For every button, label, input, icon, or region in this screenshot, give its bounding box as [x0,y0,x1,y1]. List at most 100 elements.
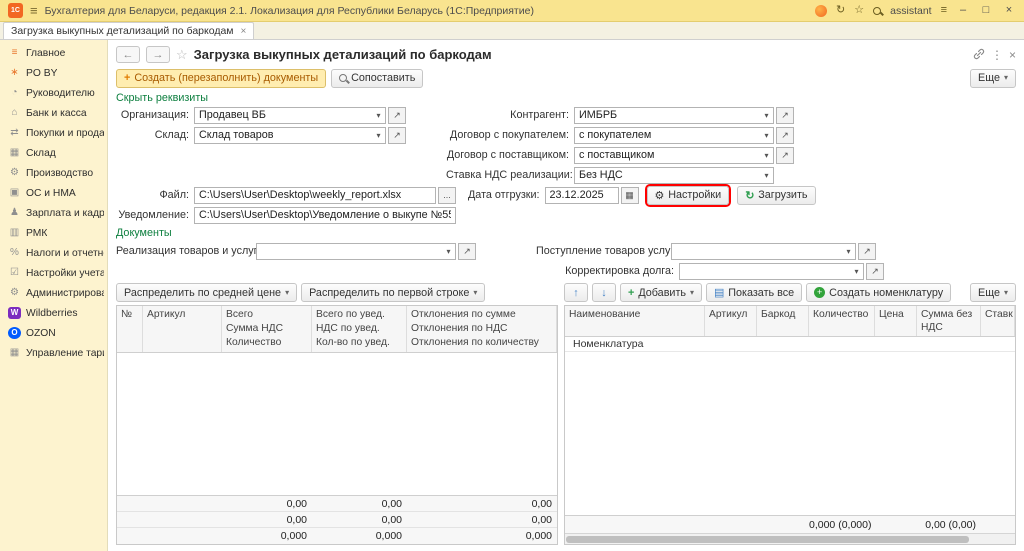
col-header-vat-rate[interactable]: Ставк [981,306,1015,336]
receipt-doc-field[interactable]: ▾ [671,243,856,260]
sidebar-item-bank-cash[interactable]: ⌂ Банк и касса [0,103,107,123]
more-kebab-icon[interactable]: ⋮ [991,49,1003,61]
counterparty-open-button[interactable]: ↗ [776,107,794,124]
col-header-quantity[interactable]: Количество [809,306,875,336]
counterparty-input[interactable] [575,109,760,121]
close-window-button[interactable]: × [1002,5,1016,16]
col-header-article[interactable]: Артикул [143,306,222,352]
debt-doc-input[interactable] [680,265,850,277]
sidebar-item-purchases-sales[interactable]: ⇄ Покупки и продажи [0,123,107,143]
file-browse-button[interactable]: ... [438,187,456,204]
distribute-avg-price-button[interactable]: Распределить по средней цене ▾ [116,283,297,302]
settings-button[interactable]: ⚙ Настройки [647,186,730,205]
maximize-button[interactable]: □ [979,5,993,16]
sidebar-item-ozon[interactable]: O OZON [0,323,107,343]
tab-barcode-details[interactable]: Загрузка выкупных детализаций по баркода… [3,22,254,39]
username-label[interactable]: assistant [890,5,931,17]
col-header-name[interactable]: Наименование [565,306,705,336]
match-button[interactable]: Сопоставить [331,69,423,88]
forward-button[interactable]: → [146,46,170,63]
ship-date-input[interactable] [546,189,618,201]
back-button[interactable]: ← [116,46,140,63]
sidebar-item-main[interactable]: ≡ Главное [0,43,107,63]
vat-rate-field[interactable]: ▾ [574,167,774,184]
file-input[interactable] [195,189,435,201]
move-up-button[interactable]: ↑ [564,283,588,302]
sales-doc-field[interactable]: ▾ [256,243,456,260]
more-button[interactable]: Еще ▾ [970,69,1016,88]
buyer-contract-input[interactable] [575,129,760,141]
scrollbar-thumb[interactable] [566,536,969,543]
receipt-doc-open-button[interactable]: ↗ [858,243,876,260]
col-header-barcode[interactable]: Баркод [757,306,809,336]
add-row-button[interactable]: + Добавить ▾ [620,283,702,302]
show-all-button[interactable]: ▤ Показать все [706,283,802,302]
chevron-down-icon[interactable]: ▾ [760,111,773,120]
sidebar-item-accounting-settings[interactable]: ☑ Настройки учета [0,263,107,283]
distribute-first-row-button[interactable]: Распределить по первой строке ▾ [301,283,485,302]
chevron-down-icon[interactable]: ▾ [842,247,855,256]
chevron-down-icon[interactable]: ▾ [372,131,385,140]
search-icon[interactable] [873,7,881,15]
buyer-contract-field[interactable]: ▾ [574,127,774,144]
chevron-down-icon[interactable]: ▾ [372,111,385,120]
documents-section-link[interactable]: Документы [116,227,172,239]
close-form-icon[interactable]: × [1009,49,1016,61]
minimize-button[interactable]: – [956,5,970,16]
col-header-notice[interactable]: Всего по увед. НДС по увед. Кол-во по ув… [312,306,407,352]
chevron-down-icon[interactable]: ▾ [850,267,863,276]
counterparty-field[interactable]: ▾ [574,107,774,124]
sales-doc-open-button[interactable]: ↗ [458,243,476,260]
col-header-deviations[interactable]: Отклонения по сумме Отклонения по НДС От… [407,306,557,352]
supplier-contract-field[interactable]: ▾ [574,147,774,164]
main-menu-icon[interactable]: ≡ [30,4,38,17]
comparison-table-body[interactable] [117,353,557,495]
organization-field[interactable]: ▾ [194,107,386,124]
favorites-star-icon[interactable]: ☆ [854,5,864,16]
history-icon[interactable]: ↻ [836,5,845,16]
chevron-down-icon[interactable]: ▾ [760,131,773,140]
sales-doc-input[interactable] [257,245,442,257]
sidebar-item-manager[interactable]: ◔ Руководителю [0,83,107,103]
sidebar-item-taxes-reports[interactable]: % Налоги и отчетность [0,243,107,263]
receipt-doc-input[interactable] [672,245,842,257]
sidebar-item-rmk[interactable]: ▥ РМК [0,223,107,243]
notice-field[interactable] [194,207,456,224]
organization-open-button[interactable]: ↗ [388,107,406,124]
notifications-icon[interactable] [815,5,827,17]
col-header-num[interactable]: № [117,306,143,352]
sidebar-item-production[interactable]: ⚙ Производство [0,163,107,183]
sidebar-item-wildberries[interactable]: W Wildberries [0,303,107,323]
notice-input[interactable] [195,209,455,221]
create-documents-button[interactable]: + Создать (перезаполнить) документы [116,69,326,88]
warehouse-field[interactable]: ▾ [194,127,386,144]
col-header-total[interactable]: Всего Сумма НДС Количество [222,306,312,352]
nomenclature-root-row[interactable]: Номенклатура [565,337,1015,352]
link-icon[interactable] [973,48,985,62]
supplier-contract-input[interactable] [575,149,760,161]
buyer-contract-open-button[interactable]: ↗ [776,127,794,144]
sidebar-item-payroll-hr[interactable]: ♟ Зарплата и кадры [0,203,107,223]
create-nomenclature-button[interactable]: + Создать номенклатуру [806,283,951,302]
debt-doc-field[interactable]: ▾ [679,263,864,280]
horizontal-scrollbar[interactable] [565,533,1015,544]
calendar-icon[interactable]: ▦ [621,187,639,204]
vat-rate-input[interactable] [575,169,760,181]
ship-date-field[interactable] [545,187,619,204]
tab-close-icon[interactable]: × [241,26,247,37]
favorite-star-icon[interactable]: ☆ [176,47,188,63]
nomenclature-table-body[interactable] [565,352,1015,515]
load-button[interactable]: ↻ Загрузить [737,186,815,205]
move-down-button[interactable]: ↓ [592,283,616,302]
chevron-down-icon[interactable]: ▾ [760,151,773,160]
sidebar-item-administration[interactable]: ⚙ Администрирование [0,283,107,303]
hide-requisites-link[interactable]: Скрыть реквизиты [116,92,208,104]
sidebar-item-po-by[interactable]: ∗ PO BY [0,63,107,83]
sidebar-item-fixed-assets[interactable]: ▣ ОС и НМА [0,183,107,203]
file-field[interactable] [194,187,436,204]
organization-input[interactable] [195,109,372,121]
service-menu-icon[interactable]: ≡ [941,5,947,16]
col-header-sum-no-vat[interactable]: Сумма без НДС [917,306,981,336]
panel-more-button[interactable]: Еще ▾ [970,283,1016,302]
chevron-down-icon[interactable]: ▾ [442,247,455,256]
